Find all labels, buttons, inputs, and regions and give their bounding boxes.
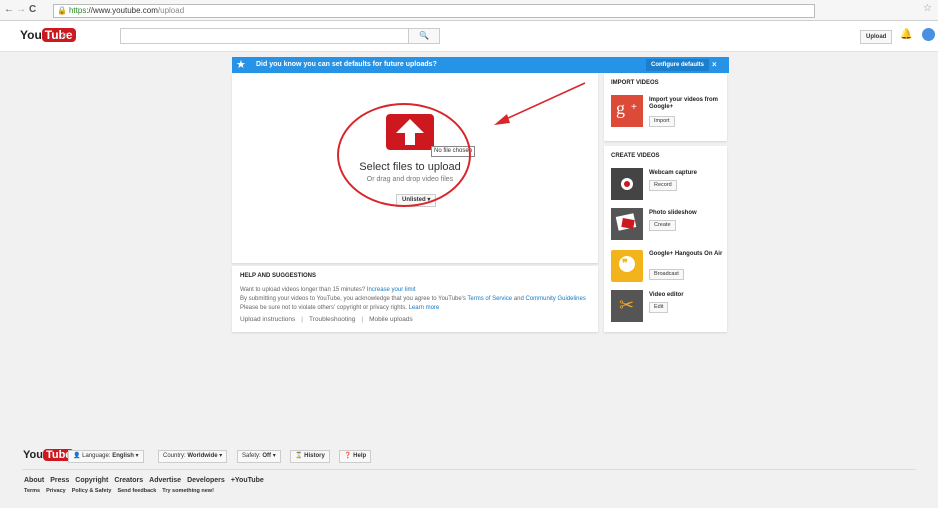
language-button[interactable]: 👤 Language: English ▾ [68, 450, 144, 463]
hangouts-on-air-title: Google+ Hangouts On Air [649, 251, 723, 257]
configure-defaults-button[interactable]: Configure defaults [646, 59, 710, 71]
language-label: Language: [82, 453, 111, 459]
footer-link-creators[interactable]: Creators [114, 477, 143, 484]
banner-text: Did you know you can set defaults for fu… [256, 61, 437, 68]
close-banner-icon[interactable]: × [712, 60, 717, 69]
help-links: Upload instructions | Troubleshooting | Mobi… [240, 316, 413, 323]
footer-divider [22, 469, 916, 470]
back-icon[interactable]: ← [4, 4, 14, 15]
import-google-plus-title: Import your videos from Google+ [649, 97, 719, 110]
hangouts-icon: ❞ [611, 250, 643, 282]
import-button[interactable]: Import [649, 116, 675, 127]
webcam-icon [611, 168, 643, 200]
increase-limit-link[interactable]: Increase your limit [367, 287, 416, 293]
footer-link-plus-youtube[interactable]: +YouTube [231, 477, 264, 484]
lock-icon: 🔒 [57, 6, 67, 15]
guide-menu-icon[interactable]: ≡ - [62, 30, 73, 40]
safety-label: Safety: [242, 453, 261, 459]
footer-link-policy-safety[interactable]: Policy & Safety [72, 488, 112, 494]
bookmark-star-icon[interactable]: ☆ [923, 3, 932, 14]
help-line-1: Want to upload videos longer than 15 min… [240, 287, 416, 293]
history-button[interactable]: ⌛ History [290, 450, 330, 463]
photo-slideshow-icon [611, 208, 643, 240]
video-editor-title: Video editor [649, 292, 684, 298]
community-guidelines-link[interactable]: Community Guidelines [525, 296, 585, 302]
safety-value: Off [262, 453, 272, 459]
edit-button[interactable]: Edit [649, 302, 669, 313]
help-icon: ❓ [344, 453, 352, 459]
logo-you: You [20, 28, 42, 42]
import-videos-title: IMPORT VIDEOS [611, 80, 659, 86]
url-path: /upload [157, 6, 185, 15]
terms-of-service-link[interactable]: Terms of Service [467, 296, 512, 302]
help-line-2-text: By submitting your videos to YouTube, yo… [240, 296, 466, 302]
help-line-2: By submitting your videos to YouTube, yo… [240, 296, 586, 302]
footer-secondary-links: Terms Privacy Policy & Safety Send feedback… [24, 488, 220, 494]
create-videos-title: CREATE VIDEOS [611, 153, 660, 159]
annotation-arrow [494, 82, 586, 125]
footer-link-try-something-new[interactable]: Try something new! [162, 488, 214, 494]
country-label: Country: [163, 453, 186, 459]
forward-icon[interactable]: → [16, 4, 26, 15]
footer-youtube-logo[interactable]: You Tube [23, 449, 75, 461]
troubleshooting-link[interactable]: Troubleshooting [309, 316, 355, 323]
address-bar[interactable]: 🔒 https://www.youtube.com/upload [53, 4, 815, 18]
learn-more-link[interactable]: Learn more [409, 305, 440, 311]
country-button[interactable]: Country: Worldwide ▾ [158, 450, 228, 463]
defaults-banner: ★ Did you know you can set defaults for … [232, 57, 729, 73]
mobile-uploads-link[interactable]: Mobile uploads [369, 316, 413, 323]
footer-link-about[interactable]: About [24, 477, 44, 484]
google-plus-icon: g + [611, 95, 643, 127]
url-host: ://www.youtube.com [86, 6, 158, 15]
upload-button[interactable]: Upload [860, 30, 893, 44]
country-value: Worldwide [187, 453, 218, 459]
upload-instructions-link[interactable]: Upload instructions [240, 316, 295, 323]
help-line-1-text: Want to upload videos longer than 15 min… [240, 287, 366, 293]
webcam-capture-title: Webcam capture [649, 170, 697, 176]
footer-link-press[interactable]: Press [50, 477, 69, 484]
create-button[interactable]: Create [649, 220, 676, 231]
language-icon: 👤 [73, 453, 81, 459]
help-line-3: Please be sure not to violate others' co… [240, 305, 439, 311]
footer-logo-you: You [23, 449, 43, 461]
hourglass-icon: ⌛ [295, 453, 303, 459]
avatar[interactable] [922, 28, 935, 41]
footer-primary-links: About Press Copyright Creators Advertise Deve… [24, 477, 270, 484]
broadcast-button[interactable]: Broadcast [649, 269, 684, 280]
video-editor-icon: ✂ [611, 290, 643, 322]
browser-toolbar: ← → C 🔒 https://www.youtube.com/upload ☆ [0, 0, 938, 21]
search-input[interactable] [120, 28, 409, 44]
help-title: HELP AND SUGGESTIONS [240, 273, 317, 279]
footer-link-advertise[interactable]: Advertise [149, 477, 181, 484]
language-value: English [112, 453, 134, 459]
masthead: You Tube ≡ - 🔍 Upload 🔔 [0, 21, 938, 52]
footer-link-send-feedback[interactable]: Send feedback [117, 488, 156, 494]
search-icon: 🔍 [419, 31, 429, 40]
photo-slideshow-title: Photo slideshow [649, 210, 697, 216]
reload-icon[interactable]: C [29, 4, 36, 15]
record-button[interactable]: Record [649, 180, 677, 191]
star-icon: ★ [236, 59, 246, 71]
help-button[interactable]: ❓ Help [339, 450, 372, 463]
footer-link-terms[interactable]: Terms [24, 488, 40, 494]
footer-link-privacy[interactable]: Privacy [46, 488, 66, 494]
help-and: and [513, 296, 524, 302]
footer-link-developers[interactable]: Developers [187, 477, 225, 484]
safety-button[interactable]: Safety: Off ▾ [237, 450, 281, 463]
history-label: History [304, 453, 325, 459]
footer-link-copyright[interactable]: Copyright [75, 477, 108, 484]
notifications-bell-icon[interactable]: 🔔 [900, 29, 912, 40]
url-scheme: https [68, 6, 87, 15]
help-label: Help [353, 453, 367, 459]
help-line-3-text: Please be sure not to violate others' co… [240, 305, 407, 311]
annotation-circle [337, 103, 471, 207]
search-button[interactable]: 🔍 [408, 28, 440, 44]
